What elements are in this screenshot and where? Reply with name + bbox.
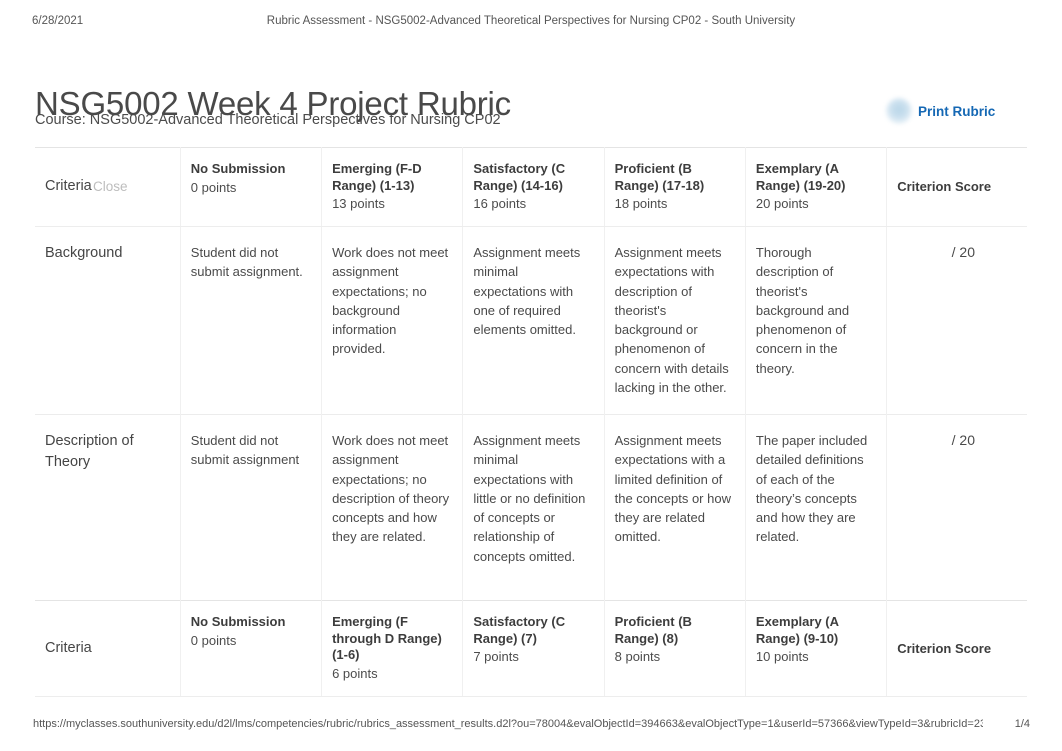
- level-header-exemplary: Exemplary (A Range) (9-10) 10 points: [745, 600, 888, 697]
- level-points: 6 points: [332, 665, 378, 681]
- criterion-level-cell: Assignment meets minimal expectations wi…: [462, 226, 605, 415]
- level-points: 13 points: [332, 196, 385, 211]
- criterion-level-cell: Student did not submit assignment: [180, 414, 323, 601]
- level-header-no-submission: No Submission 0 points: [180, 600, 323, 697]
- criteria-column-header: Criteria Close: [35, 147, 181, 227]
- criterion-score-value[interactable]: / 20: [886, 414, 1027, 601]
- level-name: No Submission: [190, 614, 286, 629]
- criterion-level-cell: Student did not submit assignment.: [180, 226, 323, 415]
- rubric-header-row-2: Criteria No Submission 0 points Emerging…: [35, 600, 1027, 697]
- criterion-score-value[interactable]: / 20: [886, 226, 1027, 415]
- rubric-header-row-1: Criteria Close No Submission 0 points Em…: [35, 147, 1027, 227]
- level-points: 7 points: [473, 649, 519, 664]
- rubric-table: Criteria Close No Submission 0 points Em…: [35, 147, 1027, 697]
- level-points: 20 points: [755, 196, 809, 211]
- level-header-emerging: Emerging (F through D Range) (1-6) 6 poi…: [321, 600, 464, 697]
- level-name: Exemplary (A Range) (19-20): [755, 161, 846, 193]
- table-row: Description of Theory Student did not su…: [35, 414, 1027, 601]
- print-page-title: Rubric Assessment - NSG5002-Advanced The…: [266, 15, 796, 27]
- criterion-level-cell: Work does not meet assignment expectatio…: [321, 414, 464, 601]
- level-points: 0 points: [190, 632, 237, 648]
- criterion-level-cell: The paper included detailed definitions …: [745, 414, 888, 601]
- level-name: Emerging (F through D Range) (1-6): [332, 614, 442, 662]
- criteria-label: Criteria: [45, 178, 92, 195]
- criterion-level-cell: Assignment meets expectations with descr…: [604, 226, 746, 415]
- criterion-name: Background: [35, 226, 181, 415]
- level-header-exemplary: Exemplary (A Range) (19-20) 20 points: [745, 147, 888, 227]
- browser-print-header: 6/28/2021 Rubric Assessment - NSG5002-Ad…: [0, 15, 1062, 33]
- level-name: Satisfactory (C Range) (14-16): [473, 161, 566, 193]
- level-name: Satisfactory (C Range) (7): [473, 614, 566, 646]
- table-row: Background Student did not submit assign…: [35, 226, 1027, 415]
- level-points: 0 points: [190, 179, 237, 195]
- print-rubric-link[interactable]: Print Rubric: [886, 95, 995, 127]
- criterion-level-cell: Assignment meets minimal expectations wi…: [462, 414, 605, 601]
- level-name: Exemplary (A Range) (9-10): [755, 614, 839, 646]
- level-points: 8 points: [614, 649, 661, 664]
- criterion-level-cell: Assignment meets expectations with a lim…: [604, 414, 746, 601]
- level-header-emerging: Emerging (F-D Range) (1-13) 13 points: [321, 147, 464, 227]
- criterion-level-cell: Work does not meet assignment expectatio…: [321, 226, 464, 415]
- level-header-proficient: Proficient (B Range) (8) 8 points: [604, 600, 746, 697]
- criterion-score-header: Criterion Score: [886, 600, 1027, 697]
- print-rubric-label: Print Rubric: [918, 103, 996, 119]
- level-points: 10 points: [755, 649, 809, 664]
- print-footer-page-number: 1/4: [1014, 718, 1030, 730]
- browser-print-footer: https://myclasses.southuniversity.edu/d2…: [0, 718, 1062, 736]
- level-points: 18 points: [614, 196, 668, 211]
- level-name: Proficient (B Range) (8): [614, 614, 692, 646]
- print-footer-url: https://myclasses.southuniversity.edu/d2…: [33, 718, 983, 730]
- level-header-proficient: Proficient (B Range) (17-18) 18 points: [604, 147, 746, 227]
- level-points: 16 points: [473, 196, 527, 211]
- criterion-level-cell: Thorough description of theorist's backg…: [745, 226, 888, 415]
- level-header-satisfactory: Satisfactory (C Range) (14-16) 16 points: [462, 147, 605, 227]
- printer-circle-icon: [886, 98, 912, 124]
- level-header-no-submission: No Submission 0 points: [180, 147, 323, 227]
- criterion-name: Description of Theory: [35, 414, 181, 601]
- level-name: Proficient (B Range) (17-18): [614, 161, 705, 193]
- level-header-satisfactory: Satisfactory (C Range) (7) 7 points: [462, 600, 605, 697]
- criteria-column-header: Criteria: [35, 600, 181, 697]
- level-name: Emerging (F-D Range) (1-13): [332, 161, 422, 193]
- criterion-score-header: Criterion Score: [886, 147, 1027, 227]
- course-subtitle: Course: NSG5002-Advanced Theoretical Per…: [35, 112, 501, 128]
- close-button[interactable]: Close: [93, 177, 128, 196]
- level-name: No Submission: [190, 161, 286, 176]
